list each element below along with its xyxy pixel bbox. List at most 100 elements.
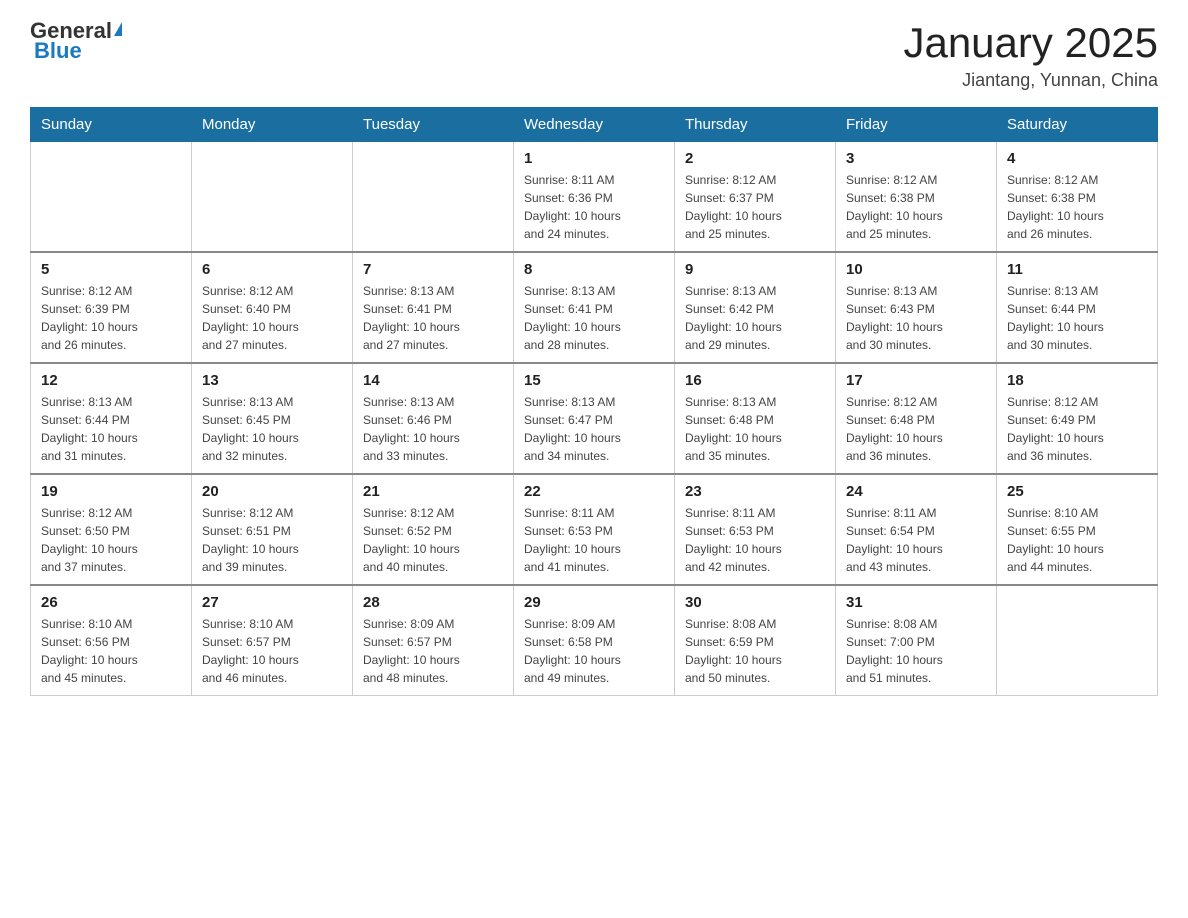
day-info: Sunrise: 8:12 AM Sunset: 6:39 PM Dayligh… bbox=[41, 282, 181, 354]
calendar-cell: 26 Sunrise: 8:10 AM Sunset: 6:56 PM Dayli… bbox=[31, 585, 192, 696]
calendar-cell: 4Sunrise: 8:12 AM Sunset: 6:38 PM Daylig… bbox=[997, 142, 1158, 253]
calendar-cell bbox=[192, 142, 353, 253]
day-info: Sunrise: 8:09 AM Sunset: 6:57 PM Dayligh… bbox=[363, 615, 503, 687]
calendar-cell: 25 Sunrise: 8:10 AM Sunset: 6:55 PM Dayli… bbox=[997, 474, 1158, 585]
day-number: 22 bbox=[524, 483, 664, 500]
day-info: Sunrise: 8:13 AM Sunset: 6:41 PM Dayligh… bbox=[524, 282, 664, 354]
day-number: 25 bbox=[1007, 483, 1147, 500]
header-friday: Friday bbox=[836, 108, 997, 142]
day-info: Sunrise: 8:11 AM Sunset: 6:53 PM Dayligh… bbox=[524, 504, 664, 576]
day-info: Sunrise: 8:13 AM Sunset: 6:46 PM Dayligh… bbox=[363, 393, 503, 465]
day-info: Sunrise: 8:10 AM Sunset: 6:55 PM Dayligh… bbox=[1007, 504, 1147, 576]
calendar-cell: 5 Sunrise: 8:12 AM Sunset: 6:39 PM Daylig… bbox=[31, 252, 192, 363]
day-number: 11 bbox=[1007, 261, 1147, 278]
logo-triangle-icon bbox=[114, 22, 122, 36]
day-number: 24 bbox=[846, 483, 986, 500]
day-number: 29 bbox=[524, 594, 664, 611]
calendar-cell bbox=[31, 142, 192, 253]
day-info: Sunrise: 8:12 AM Sunset: 6:38 PM Dayligh… bbox=[1007, 171, 1147, 243]
day-number: 26 bbox=[41, 594, 181, 611]
day-info: Sunrise: 8:13 AM Sunset: 6:41 PM Dayligh… bbox=[363, 282, 503, 354]
day-number: 10 bbox=[846, 261, 986, 278]
calendar-header-row: Sunday Monday Tuesday Wednesday Thursday… bbox=[31, 108, 1158, 142]
calendar-cell: 12 Sunrise: 8:13 AM Sunset: 6:44 PM Dayli… bbox=[31, 363, 192, 474]
calendar-cell bbox=[997, 585, 1158, 696]
day-number: 15 bbox=[524, 372, 664, 389]
calendar-cell: 1Sunrise: 8:11 AM Sunset: 6:36 PM Daylig… bbox=[514, 142, 675, 253]
day-info: Sunrise: 8:13 AM Sunset: 6:45 PM Dayligh… bbox=[202, 393, 342, 465]
day-number: 9 bbox=[685, 261, 825, 278]
header-tuesday: Tuesday bbox=[353, 108, 514, 142]
calendar-cell: 18 Sunrise: 8:12 AM Sunset: 6:49 PM Dayli… bbox=[997, 363, 1158, 474]
day-number: 6 bbox=[202, 261, 342, 278]
calendar-cell: 11 Sunrise: 8:13 AM Sunset: 6:44 PM Dayli… bbox=[997, 252, 1158, 363]
day-number: 16 bbox=[685, 372, 825, 389]
day-info: Sunrise: 8:08 AM Sunset: 6:59 PM Dayligh… bbox=[685, 615, 825, 687]
day-number: 13 bbox=[202, 372, 342, 389]
calendar-cell: 15 Sunrise: 8:13 AM Sunset: 6:47 PM Dayli… bbox=[514, 363, 675, 474]
calendar-cell: 9 Sunrise: 8:13 AM Sunset: 6:42 PM Daylig… bbox=[675, 252, 836, 363]
calendar-cell: 28 Sunrise: 8:09 AM Sunset: 6:57 PM Dayli… bbox=[353, 585, 514, 696]
day-info: Sunrise: 8:13 AM Sunset: 6:42 PM Dayligh… bbox=[685, 282, 825, 354]
day-info: Sunrise: 8:13 AM Sunset: 6:47 PM Dayligh… bbox=[524, 393, 664, 465]
day-info: Sunrise: 8:08 AM Sunset: 7:00 PM Dayligh… bbox=[846, 615, 986, 687]
logo: General Blue bbox=[30, 20, 122, 63]
day-number: 17 bbox=[846, 372, 986, 389]
day-info: Sunrise: 8:09 AM Sunset: 6:58 PM Dayligh… bbox=[524, 615, 664, 687]
day-number: 28 bbox=[363, 594, 503, 611]
calendar-cell: 14Sunrise: 8:13 AM Sunset: 6:46 PM Dayli… bbox=[353, 363, 514, 474]
calendar-body: 1Sunrise: 8:11 AM Sunset: 6:36 PM Daylig… bbox=[31, 142, 1158, 696]
day-number: 2 bbox=[685, 150, 825, 167]
calendar-cell: 3 Sunrise: 8:12 AM Sunset: 6:38 PM Daylig… bbox=[836, 142, 997, 253]
calendar-cell: 7 Sunrise: 8:13 AM Sunset: 6:41 PM Daylig… bbox=[353, 252, 514, 363]
calendar-cell: 22 Sunrise: 8:11 AM Sunset: 6:53 PM Dayli… bbox=[514, 474, 675, 585]
calendar-cell: 16Sunrise: 8:13 AM Sunset: 6:48 PM Dayli… bbox=[675, 363, 836, 474]
day-number: 18 bbox=[1007, 372, 1147, 389]
day-info: Sunrise: 8:12 AM Sunset: 6:37 PM Dayligh… bbox=[685, 171, 825, 243]
day-number: 21 bbox=[363, 483, 503, 500]
day-info: Sunrise: 8:13 AM Sunset: 6:44 PM Dayligh… bbox=[1007, 282, 1147, 354]
calendar-week-row: 26 Sunrise: 8:10 AM Sunset: 6:56 PM Dayli… bbox=[31, 585, 1158, 696]
calendar-cell: 20 Sunrise: 8:12 AM Sunset: 6:51 PM Dayli… bbox=[192, 474, 353, 585]
header-thursday: Thursday bbox=[675, 108, 836, 142]
calendar-cell: 17 Sunrise: 8:12 AM Sunset: 6:48 PM Dayli… bbox=[836, 363, 997, 474]
header-monday: Monday bbox=[192, 108, 353, 142]
calendar-subtitle: Jiantang, Yunnan, China bbox=[903, 70, 1158, 91]
calendar-cell: 6 Sunrise: 8:12 AM Sunset: 6:40 PM Daylig… bbox=[192, 252, 353, 363]
day-info: Sunrise: 8:10 AM Sunset: 6:56 PM Dayligh… bbox=[41, 615, 181, 687]
day-number: 23 bbox=[685, 483, 825, 500]
day-info: Sunrise: 8:11 AM Sunset: 6:54 PM Dayligh… bbox=[846, 504, 986, 576]
calendar-cell: 27 Sunrise: 8:10 AM Sunset: 6:57 PM Dayli… bbox=[192, 585, 353, 696]
day-info: Sunrise: 8:12 AM Sunset: 6:40 PM Dayligh… bbox=[202, 282, 342, 354]
calendar-cell: 8Sunrise: 8:13 AM Sunset: 6:41 PM Daylig… bbox=[514, 252, 675, 363]
calendar-cell: 31 Sunrise: 8:08 AM Sunset: 7:00 PM Dayli… bbox=[836, 585, 997, 696]
calendar-cell: 24 Sunrise: 8:11 AM Sunset: 6:54 PM Dayli… bbox=[836, 474, 997, 585]
day-number: 20 bbox=[202, 483, 342, 500]
calendar-week-row: 1Sunrise: 8:11 AM Sunset: 6:36 PM Daylig… bbox=[31, 142, 1158, 253]
day-number: 30 bbox=[685, 594, 825, 611]
calendar-cell: 23Sunrise: 8:11 AM Sunset: 6:53 PM Dayli… bbox=[675, 474, 836, 585]
calendar-cell: 21Sunrise: 8:12 AM Sunset: 6:52 PM Dayli… bbox=[353, 474, 514, 585]
day-info: Sunrise: 8:12 AM Sunset: 6:51 PM Dayligh… bbox=[202, 504, 342, 576]
calendar-week-row: 12 Sunrise: 8:13 AM Sunset: 6:44 PM Dayli… bbox=[31, 363, 1158, 474]
day-number: 3 bbox=[846, 150, 986, 167]
calendar-table: Sunday Monday Tuesday Wednesday Thursday… bbox=[30, 107, 1158, 696]
title-area: January 2025 Jiantang, Yunnan, China bbox=[903, 20, 1158, 91]
day-number: 7 bbox=[363, 261, 503, 278]
calendar-cell bbox=[353, 142, 514, 253]
day-number: 5 bbox=[41, 261, 181, 278]
day-number: 27 bbox=[202, 594, 342, 611]
day-number: 31 bbox=[846, 594, 986, 611]
day-info: Sunrise: 8:13 AM Sunset: 6:43 PM Dayligh… bbox=[846, 282, 986, 354]
day-info: Sunrise: 8:10 AM Sunset: 6:57 PM Dayligh… bbox=[202, 615, 342, 687]
day-info: Sunrise: 8:12 AM Sunset: 6:38 PM Dayligh… bbox=[846, 171, 986, 243]
calendar-cell: 2 Sunrise: 8:12 AM Sunset: 6:37 PM Daylig… bbox=[675, 142, 836, 253]
day-info: Sunrise: 8:12 AM Sunset: 6:49 PM Dayligh… bbox=[1007, 393, 1147, 465]
header: General Blue January 2025 Jiantang, Yunn… bbox=[30, 20, 1158, 91]
day-info: Sunrise: 8:13 AM Sunset: 6:44 PM Dayligh… bbox=[41, 393, 181, 465]
day-info: Sunrise: 8:12 AM Sunset: 6:48 PM Dayligh… bbox=[846, 393, 986, 465]
calendar-cell: 29 Sunrise: 8:09 AM Sunset: 6:58 PM Dayli… bbox=[514, 585, 675, 696]
day-number: 12 bbox=[41, 372, 181, 389]
logo-blue-text: Blue bbox=[34, 38, 82, 63]
calendar-title: January 2025 bbox=[903, 20, 1158, 66]
